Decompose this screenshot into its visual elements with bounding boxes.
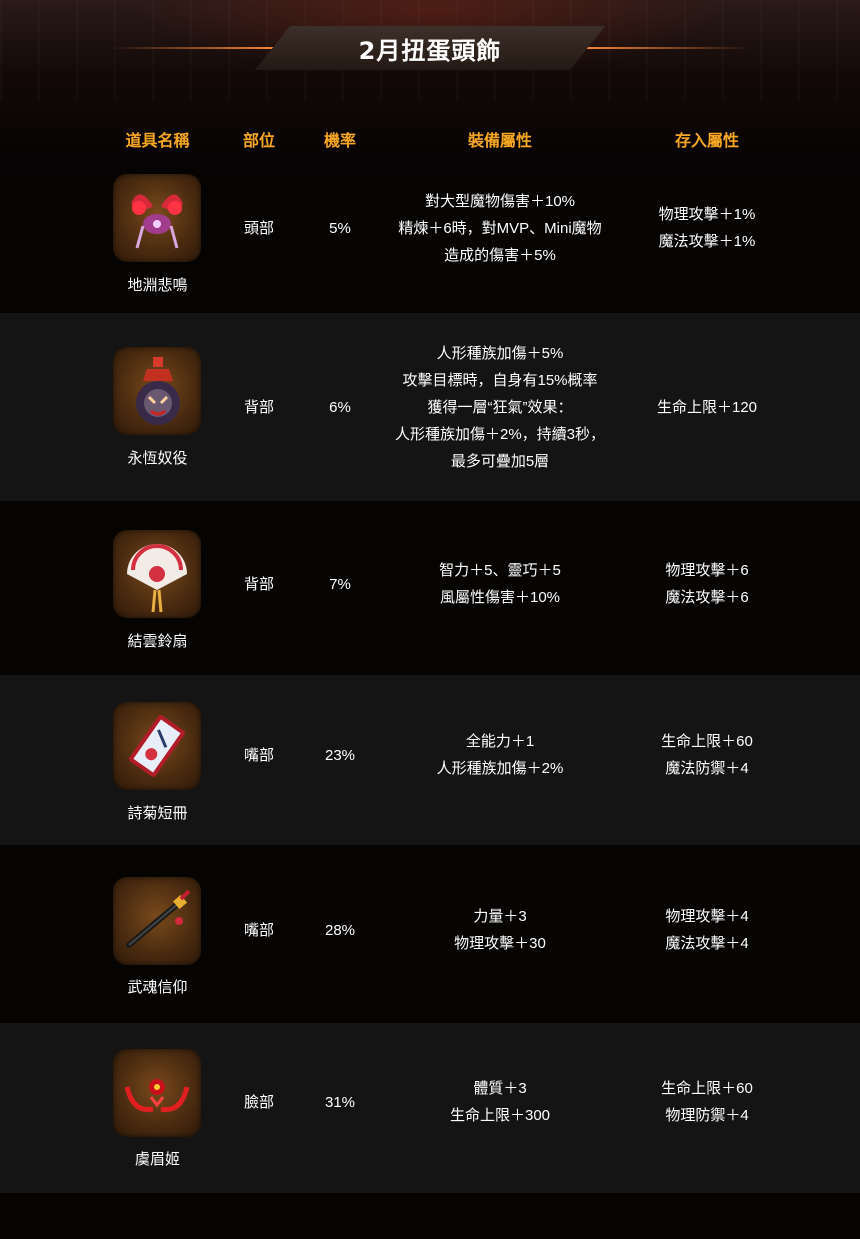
item-rate: 7% bbox=[329, 576, 351, 593]
store-line: 魔法防禦＋4 bbox=[665, 760, 749, 777]
attr-line: 最多可疊加5層 bbox=[450, 453, 550, 470]
attr-line: 人形種族加傷＋5% bbox=[436, 345, 564, 362]
table-row: 詩菊短冊 嘴部 23% 全能力＋1 人形種族加傷＋2% 生命上限＋60 魔法防禦… bbox=[0, 675, 860, 845]
item-rate: 31% bbox=[324, 1094, 356, 1111]
banner-line-right bbox=[580, 47, 750, 49]
header-part: 部位 bbox=[242, 133, 275, 150]
store-line: 物理攻擊＋4 bbox=[665, 908, 749, 925]
item-store: 物理攻擊＋1% 魔法攻擊＋1% bbox=[623, 201, 791, 255]
attr-line: 攻擊目標時，自身有15%概率 bbox=[402, 372, 598, 389]
item-rate: 23% bbox=[324, 747, 356, 764]
banner-line-left bbox=[110, 47, 280, 49]
table-row: 地淵悲鳴 頭部 5% 對大型魔物傷害＋10% 精煉＋6時，對MVP、Mini魔物… bbox=[0, 160, 860, 313]
page-title: 2月扭蛋頭飾 bbox=[358, 36, 502, 65]
attr-line: 人形種族加傷＋2% bbox=[436, 760, 564, 777]
item-rate: 5% bbox=[329, 220, 351, 237]
table-row: 結雲鈴扇 背部 7% 智力＋5、靈巧＋5 風屬性傷害＋10% 物理攻擊＋6 魔法… bbox=[0, 501, 860, 675]
attr-line: 對大型魔物傷害＋10% bbox=[424, 193, 576, 210]
item-part: 臉部 bbox=[243, 1094, 274, 1111]
header-store: 存入屬性 bbox=[674, 133, 739, 150]
attr-line: 人形種族加傷＋2%，持續3秒， bbox=[394, 426, 606, 443]
attr-line: 精煉＋6時，對MVP、Mini魔物 bbox=[398, 220, 602, 237]
item-rate: 6% bbox=[329, 399, 351, 416]
attr-line: 生命上限＋300 bbox=[449, 1107, 551, 1124]
store-line: 物理攻擊＋1% bbox=[658, 206, 756, 223]
eternal-servitude-icon bbox=[113, 347, 201, 435]
item-name: 地淵悲鳴 bbox=[127, 277, 188, 294]
abyss-wail-icon bbox=[113, 174, 201, 262]
item-attr: 力量＋3 物理攻擊＋30 bbox=[377, 903, 623, 957]
item-store: 生命上限＋120 bbox=[623, 394, 791, 421]
item-part: 嘴部 bbox=[243, 747, 274, 764]
attr-line: 獲得一層“狂氣”效果： bbox=[427, 399, 573, 416]
table-row: 虞眉姬 臉部 31% 體質＋3 生命上限＋300 生命上限＋60 物理防禦＋4 bbox=[0, 1023, 860, 1193]
table-header: 道具名稱 部位 機率 裝備屬性 存入屬性 bbox=[0, 117, 860, 157]
store-line: 物理攻擊＋6 bbox=[665, 562, 749, 579]
item-store: 生命上限＋60 魔法防禦＋4 bbox=[623, 728, 791, 782]
store-line: 生命上限＋60 bbox=[661, 1080, 753, 1097]
item-name: 虞眉姬 bbox=[134, 1151, 180, 1168]
cloud-bell-fan-icon bbox=[113, 530, 201, 618]
item-name: 武魂信仰 bbox=[127, 979, 188, 996]
item-part: 背部 bbox=[243, 576, 274, 593]
attr-line: 智力＋5、靈巧＋5 bbox=[439, 562, 561, 579]
item-store: 物理攻擊＋6 魔法攻擊＋6 bbox=[623, 557, 791, 611]
item-part: 嘴部 bbox=[243, 922, 274, 939]
item-name: 詩菊短冊 bbox=[127, 805, 188, 822]
item-part: 頭部 bbox=[243, 220, 274, 237]
item-store: 物理攻擊＋4 魔法攻擊＋4 bbox=[623, 903, 791, 957]
item-attr: 對大型魔物傷害＋10% 精煉＋6時，對MVP、Mini魔物 造成的傷害＋5% bbox=[377, 188, 623, 269]
item-attr: 全能力＋1 人形種族加傷＋2% bbox=[377, 728, 623, 782]
attr-line: 體質＋3 bbox=[473, 1080, 527, 1097]
title-banner: 2月扭蛋頭飾 bbox=[255, 26, 605, 70]
attr-line: 物理攻擊＋30 bbox=[454, 935, 546, 952]
attr-line: 力量＋3 bbox=[473, 908, 527, 925]
item-attr: 體質＋3 生命上限＋300 bbox=[377, 1075, 623, 1129]
item-store: 生命上限＋60 物理防禦＋4 bbox=[623, 1075, 791, 1129]
item-attr: 人形種族加傷＋5% 攻擊目標時，自身有15%概率 獲得一層“狂氣”效果： 人形種… bbox=[377, 340, 623, 475]
item-name: 永恆奴役 bbox=[127, 450, 188, 467]
table-row: 武魂信仰 嘴部 28% 力量＋3 物理攻擊＋30 物理攻擊＋4 魔法攻擊＋4 bbox=[0, 845, 860, 1023]
attr-line: 風屬性傷害＋10% bbox=[439, 589, 561, 606]
red-horn-mask-icon bbox=[113, 1049, 201, 1137]
store-line: 魔法攻擊＋1% bbox=[658, 233, 756, 250]
item-name: 結雲鈴扇 bbox=[127, 633, 188, 650]
poem-card-icon bbox=[113, 702, 201, 790]
store-line: 魔法攻擊＋4 bbox=[665, 935, 749, 952]
attr-line: 全能力＋1 bbox=[465, 733, 535, 750]
header-name: 道具名稱 bbox=[125, 133, 190, 150]
store-line: 魔法攻擊＋6 bbox=[665, 589, 749, 606]
table-row: 永恆奴役 背部 6% 人形種族加傷＋5% 攻擊目標時，自身有15%概率 獲得一層… bbox=[0, 313, 860, 501]
katana-icon bbox=[113, 877, 201, 965]
item-rate: 28% bbox=[324, 922, 356, 939]
header-attr: 裝備屬性 bbox=[467, 133, 532, 150]
header-rate: 機率 bbox=[323, 133, 356, 150]
store-line: 生命上限＋120 bbox=[656, 399, 758, 416]
store-line: 生命上限＋60 bbox=[661, 733, 753, 750]
item-attr: 智力＋5、靈巧＋5 風屬性傷害＋10% bbox=[377, 557, 623, 611]
attr-line: 造成的傷害＋5% bbox=[444, 247, 556, 264]
store-line: 物理防禦＋4 bbox=[665, 1107, 749, 1124]
item-part: 背部 bbox=[243, 399, 274, 416]
